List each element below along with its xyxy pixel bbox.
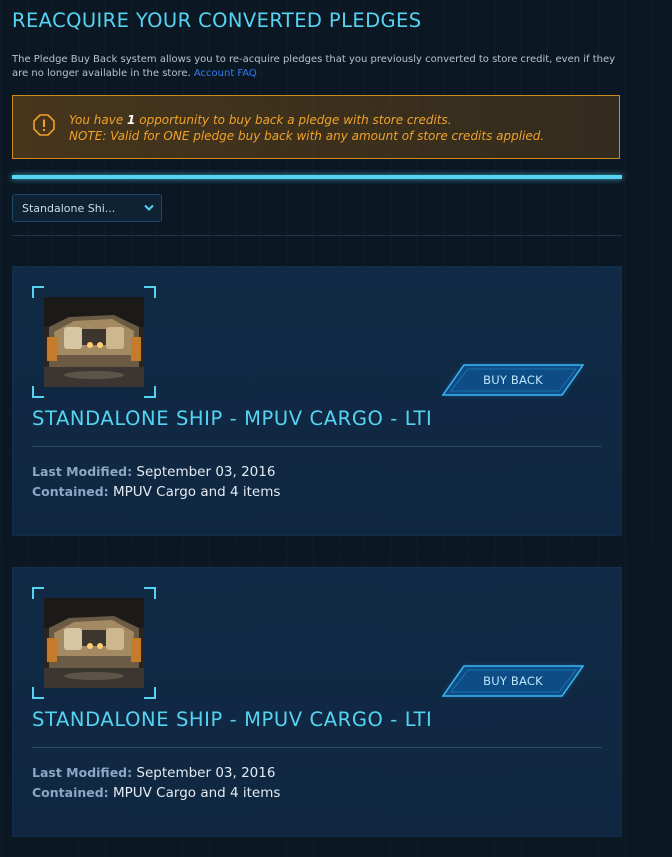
section-divider bbox=[12, 175, 622, 179]
ship-thumbnail[interactable] bbox=[44, 598, 144, 688]
pledge-card: BUY BACK STANDALONE SHIP - MPUV CARGO - … bbox=[12, 567, 622, 837]
last-modified-label: Last Modified: bbox=[32, 765, 133, 780]
notice-line-1: You have 1 opportunity to buy back a ple… bbox=[69, 112, 544, 128]
contained-label: Contained: bbox=[32, 785, 109, 800]
pledge-title: STANDALONE SHIP - MPUV CARGO - LTI bbox=[32, 708, 433, 731]
card-divider bbox=[32, 446, 602, 447]
pledge-card: BUY BACK STANDALONE SHIP - MPUV CARGO - … bbox=[12, 266, 622, 536]
last-modified-value: September 03, 2016 bbox=[136, 464, 276, 480]
ship-thumbnail[interactable] bbox=[44, 297, 144, 387]
notice-prefix: You have bbox=[69, 113, 124, 127]
buy-back-button[interactable]: BUY BACK bbox=[440, 362, 586, 398]
warning-icon bbox=[33, 114, 55, 136]
account-faq-link[interactable]: Account FAQ bbox=[194, 68, 257, 79]
buyback-notice: You have 1 opportunity to buy back a ple… bbox=[12, 95, 620, 159]
contained-row: Contained: MPUV Cargo and 4 items bbox=[32, 482, 280, 502]
filter-selected-value: Standalone Shi... bbox=[22, 202, 116, 215]
intro-description: The Pledge Buy Back system allows you to… bbox=[12, 54, 616, 79]
filter-divider bbox=[12, 235, 622, 236]
last-modified-value: September 03, 2016 bbox=[136, 765, 276, 781]
intro-text: The Pledge Buy Back system allows you to… bbox=[12, 53, 624, 81]
contained-label: Contained: bbox=[32, 484, 109, 499]
last-modified-row: Last Modified: September 03, 2016 bbox=[32, 462, 275, 482]
last-modified-row: Last Modified: September 03, 2016 bbox=[32, 763, 275, 783]
notice-suffix: opportunity to buy back a pledge with st… bbox=[139, 113, 452, 127]
pledge-thumbnail-frame bbox=[32, 286, 156, 398]
buy-back-button[interactable]: BUY BACK bbox=[440, 663, 586, 699]
contained-value: MPUV Cargo and 4 items bbox=[112, 785, 281, 801]
contained-value: MPUV Cargo and 4 items bbox=[112, 484, 281, 500]
pledge-type-filter-select[interactable]: Standalone Shi... bbox=[12, 194, 162, 222]
contained-row: Contained: MPUV Cargo and 4 items bbox=[32, 783, 280, 803]
pledge-title: STANDALONE SHIP - MPUV CARGO - LTI bbox=[32, 407, 433, 430]
notice-text: You have 1 opportunity to buy back a ple… bbox=[69, 112, 544, 144]
chevron-down-icon bbox=[144, 204, 154, 211]
pledge-thumbnail-frame bbox=[32, 587, 156, 699]
notice-count: 1 bbox=[127, 113, 136, 127]
page-title: REACQUIRE YOUR CONVERTED PLEDGES bbox=[12, 9, 422, 32]
buy-back-label: BUY BACK bbox=[483, 674, 543, 688]
buy-back-label: BUY BACK bbox=[483, 373, 543, 387]
last-modified-label: Last Modified: bbox=[32, 464, 133, 479]
notice-line-2: NOTE: Valid for ONE pledge buy back with… bbox=[69, 129, 545, 143]
card-divider bbox=[32, 747, 602, 748]
